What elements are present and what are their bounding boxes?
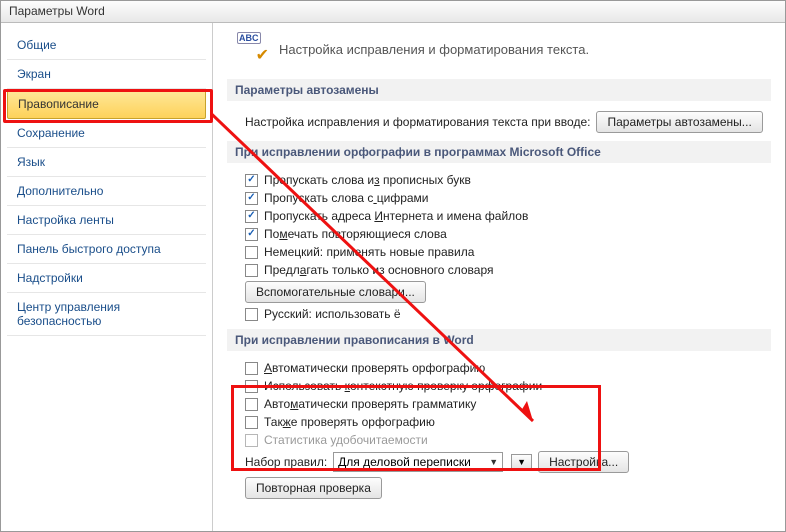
office-check-label-1: Пропускать слова с цифрами [264,191,429,205]
office-check-label-2: Пропускать адреса Интернета и имена файл… [264,209,528,223]
word-check-label-3: Также проверять орфографию [264,415,435,429]
custom-dictionaries-button[interactable]: Вспомогательные словари... [245,281,426,303]
sidebar-item-proofing[interactable]: Правописание [7,89,206,119]
page-header: ABC✔ Настройка исправления и форматирова… [237,33,771,65]
office-check-checkbox-0[interactable] [245,174,258,187]
section-autocorrect-title: Параметры автозамены [227,79,771,101]
rules-label: Набор правил: [245,455,327,469]
chevron-down-icon: ▼ [489,457,498,467]
window-title: Параметры Word [1,1,785,23]
office-check-checkbox-5[interactable] [245,264,258,277]
sidebar-item-addins[interactable]: Надстройки [7,264,206,293]
word-check-row-3: Также проверять орфографию [245,415,771,429]
word-check-label-0: Автоматически проверять орфографию [264,361,485,375]
recheck-button[interactable]: Повторная проверка [245,477,382,499]
autocorrect-options-button[interactable]: Параметры автозамены... [596,111,762,133]
sidebar-item-general[interactable]: Общие [7,31,206,60]
office-check-row-0: Пропускать слова из прописных букв [245,173,771,187]
rules-row: Набор правил: Для деловой переписки ▼ ▼ … [245,451,771,473]
office-check-checkbox-2[interactable] [245,210,258,223]
office-check-row-3: Помечать повторяющиеся слова [245,227,771,241]
sidebar-item-advanced[interactable]: Дополнительно [7,177,206,206]
autocorrect-row: Настройка исправления и форматирования т… [245,111,771,133]
russian-yo-row: Русский: использовать ё [245,307,771,321]
sidebar-item-trust-center[interactable]: Центр управления безопасностью [7,293,206,336]
word-check-checkbox-3[interactable] [245,416,258,429]
rules-select[interactable]: Для деловой переписки ▼ [333,452,503,472]
content-panel: ABC✔ Настройка исправления и форматирова… [213,23,785,531]
autocorrect-desc: Настройка исправления и форматирования т… [245,115,590,129]
word-check-row-2: Автоматически проверять грамматику [245,397,771,411]
office-check-label-5: Предлагать только из основного словаря [264,263,494,277]
office-check-checkbox-1[interactable] [245,192,258,205]
office-check-row-4: Немецкий: применять новые правила [245,245,771,259]
word-check-checkbox-0[interactable] [245,362,258,375]
office-check-checkbox-4[interactable] [245,246,258,259]
sidebar-item-language[interactable]: Язык [7,148,206,177]
readability-row: Статистика удобочитаемости [245,433,771,447]
page-subtitle: Настройка исправления и форматирования т… [279,42,589,57]
office-check-row-2: Пропускать адреса Интернета и имена файл… [245,209,771,223]
office-check-row-5: Предлагать только из основного словаря [245,263,771,277]
word-check-checkbox-2[interactable] [245,398,258,411]
sidebar-item-save[interactable]: Сохранение [7,119,206,148]
rules-select-value: Для деловой переписки [338,455,471,469]
word-check-row-1: Использовать контекстную проверку орфогр… [245,379,771,393]
sidebar-item-screen[interactable]: Экран [7,60,206,89]
word-check-checkbox-1[interactable] [245,380,258,393]
word-check-row-0: Автоматически проверять орфографию [245,361,771,375]
rules-dropdown-button[interactable]: ▼ [511,454,532,470]
office-check-label-3: Помечать повторяющиеся слова [264,227,447,241]
sidebar-item-qat[interactable]: Панель быстрого доступа [7,235,206,264]
rules-settings-button[interactable]: Настройка... [538,451,629,473]
section-office-title: При исправлении орфографии в программах … [227,141,771,163]
readability-checkbox[interactable] [245,434,258,447]
word-check-label-1: Использовать контекстную проверку орфогр… [264,379,542,393]
office-check-checkbox-3[interactable] [245,228,258,241]
office-check-label-0: Пропускать слова из прописных букв [264,173,471,187]
category-sidebar: Общие Экран Правописание Сохранение Язык… [1,23,213,531]
proofing-icon: ABC✔ [237,33,269,65]
readability-label: Статистика удобочитаемости [264,433,428,447]
office-check-row-1: Пропускать слова с цифрами [245,191,771,205]
russian-yo-label: Русский: использовать ё [264,307,401,321]
russian-yo-checkbox[interactable] [245,308,258,321]
options-window: Параметры Word Общие Экран Правописание … [0,0,786,532]
word-check-label-2: Автоматически проверять грамматику [264,397,476,411]
window-body: Общие Экран Правописание Сохранение Язык… [1,23,785,531]
office-check-label-4: Немецкий: применять новые правила [264,245,474,259]
sidebar-item-ribbon[interactable]: Настройка ленты [7,206,206,235]
section-word-title: При исправлении правописания в Word [227,329,771,351]
